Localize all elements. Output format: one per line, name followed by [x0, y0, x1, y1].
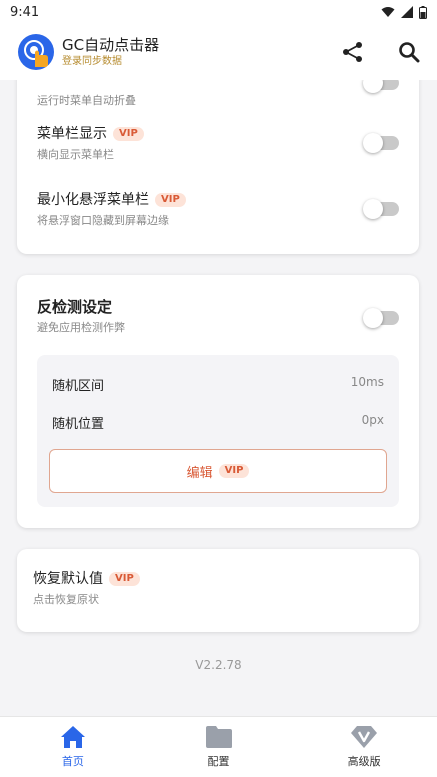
battery-icon [419, 5, 427, 19]
random-interval-row: 随机区间 10ms [52, 375, 384, 394]
status-icons [381, 5, 427, 19]
main-content[interactable]: 运行时菜单自动折叠 菜单栏显示 VIP 横向显示菜单栏 最小化悬浮菜单栏 VIP… [0, 80, 437, 716]
setting-subtitle: 将悬浮窗口隐藏到屏幕边缘 [37, 214, 169, 227]
toggle-switch[interactable] [363, 199, 399, 219]
vip-badge: VIP [113, 127, 144, 141]
nav-home[interactable]: 首页 [0, 717, 146, 777]
app-logo [18, 34, 54, 70]
random-settings-panel: 随机区间 10ms 随机位置 0px 编辑 VIP [37, 355, 399, 507]
share-icon[interactable] [341, 40, 365, 64]
edit-button[interactable]: 编辑 VIP [49, 449, 387, 493]
version-label: V2.2.78 [195, 658, 242, 672]
anti-detect-row[interactable]: 反检测设定 避免应用检测作弊 [37, 297, 399, 335]
vip-badge: VIP [109, 572, 140, 586]
setting-row-menubar[interactable]: 菜单栏显示 VIP 横向显示菜单栏 [37, 124, 399, 162]
setting-row-minimize[interactable]: 最小化悬浮菜单栏 VIP 将悬浮窗口隐藏到屏幕边缘 [37, 190, 399, 228]
setting-title: 最小化悬浮菜单栏 [37, 192, 149, 208]
vip-badge: VIP [155, 193, 186, 207]
edit-label: 编辑 [186, 465, 213, 481]
field-value: 0px [361, 413, 384, 427]
toggle-switch[interactable] [363, 308, 399, 328]
status-time: 9:41 [10, 4, 40, 20]
random-position-row: 随机位置 0px [52, 413, 384, 432]
setting-row-auto-collapse[interactable]: 运行时菜单自动折叠 [37, 80, 399, 108]
home-icon [60, 726, 85, 748]
folder-icon [205, 726, 232, 748]
vip-badge: VIP [218, 464, 250, 478]
anti-detect-title: 反检测设定 [37, 298, 113, 316]
toggle-switch[interactable] [363, 80, 399, 93]
field-label: 随机位置 [52, 417, 105, 432]
toggle-switch[interactable] [363, 133, 399, 153]
settings-card: 运行时菜单自动折叠 菜单栏显示 VIP 横向显示菜单栏 最小化悬浮菜单栏 VIP… [17, 80, 419, 254]
setting-subtitle: 横向显示菜单栏 [37, 148, 114, 161]
nav-premium[interactable]: 高级版 [291, 717, 437, 777]
nav-label: 高级版 [347, 755, 381, 768]
diamond-icon [351, 726, 378, 748]
field-label: 随机区间 [52, 379, 105, 394]
nav-label: 配置 [207, 755, 230, 768]
anti-detect-card: 反检测设定 避免应用检测作弊 随机区间 10ms 随机位置 0px 编辑 VIP [17, 275, 419, 528]
wifi-icon [381, 7, 395, 17]
reset-card[interactable]: 恢复默认值 VIP 点击恢复原状 [17, 549, 419, 632]
reset-title: 恢复默认值 [33, 571, 103, 587]
reset-subtitle: 点击恢复原状 [33, 593, 99, 606]
setting-subtitle: 运行时菜单自动折叠 [37, 94, 136, 107]
app-title: GC自动点击器 [62, 35, 160, 54]
status-bar: 9:41 [0, 0, 437, 24]
bottom-nav: 首页 配置 高级版 [0, 716, 437, 777]
nav-config[interactable]: 配置 [146, 717, 292, 777]
signal-icon [401, 6, 413, 18]
anti-detect-subtitle: 避免应用检测作弊 [37, 321, 125, 334]
search-icon[interactable] [397, 40, 421, 64]
field-value: 10ms [350, 375, 384, 389]
app-bar: GC自动点击器 登录同步数据 [0, 24, 437, 80]
setting-title: 菜单栏显示 [37, 126, 107, 142]
nav-label: 首页 [61, 755, 84, 768]
login-sync-link[interactable]: 登录同步数据 [62, 55, 159, 69]
